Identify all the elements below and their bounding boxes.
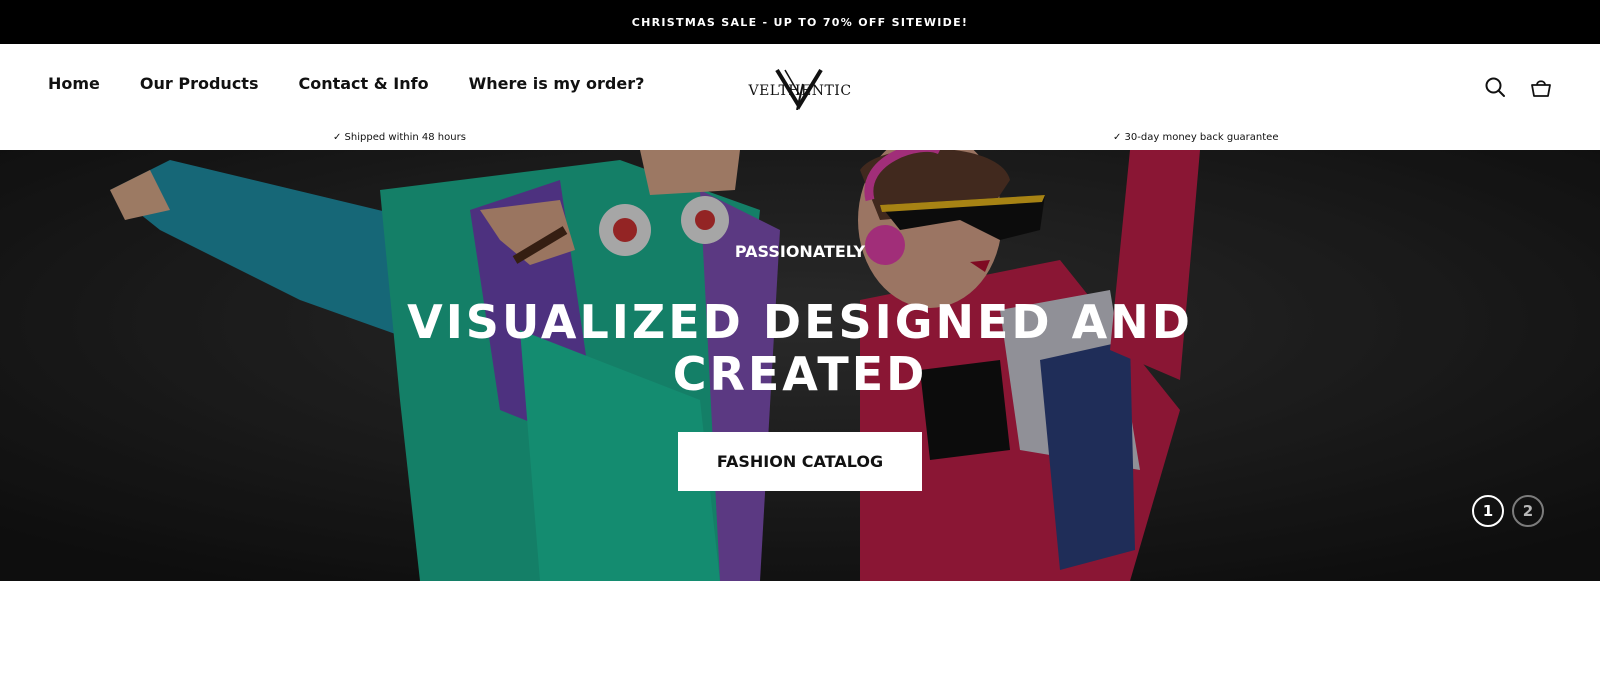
nav-home[interactable]: Home xyxy=(48,74,100,93)
brand-logo[interactable]: VELTHENTIC xyxy=(735,66,865,112)
search-icon[interactable] xyxy=(1484,76,1506,98)
header-actions xyxy=(1484,76,1552,98)
logo-wordmark: VELTHENTIC xyxy=(748,83,852,99)
fashion-catalog-button[interactable]: FASHION CATALOG xyxy=(678,432,922,491)
cart-icon[interactable] xyxy=(1530,76,1552,98)
main-nav: Home Our Products Contact & Info Where i… xyxy=(48,74,644,93)
nav-where-is-my-order[interactable]: Where is my order? xyxy=(469,74,645,93)
hero-slideshow: PASSIONATELY VISUALIZED DESIGNED AND CRE… xyxy=(0,150,1600,581)
usp-shipping: ✓ Shipped within 48 hours xyxy=(333,132,466,143)
slide-1-button[interactable]: 1 xyxy=(1472,495,1504,527)
nav-our-products[interactable]: Our Products xyxy=(140,74,259,93)
site-header: Home Our Products Contact & Info Where i… xyxy=(0,44,1600,150)
announcement-bar: CHRISTMAS SALE - UP TO 70% OFF SITEWIDE! xyxy=(0,0,1600,44)
nav-contact-info[interactable]: Contact & Info xyxy=(298,74,428,93)
announcement-text: CHRISTMAS SALE - UP TO 70% OFF SITEWIDE! xyxy=(631,15,969,29)
slideshow-pager: 1 2 xyxy=(1472,495,1544,527)
usp-guarantee: ✓ 30-day money back guarantee xyxy=(1113,132,1279,143)
slide-2-button[interactable]: 2 xyxy=(1512,495,1544,527)
hero-kicker: PASSIONATELY xyxy=(734,242,866,261)
hero-title: VISUALIZED DESIGNED AND CREATED xyxy=(407,295,1193,401)
